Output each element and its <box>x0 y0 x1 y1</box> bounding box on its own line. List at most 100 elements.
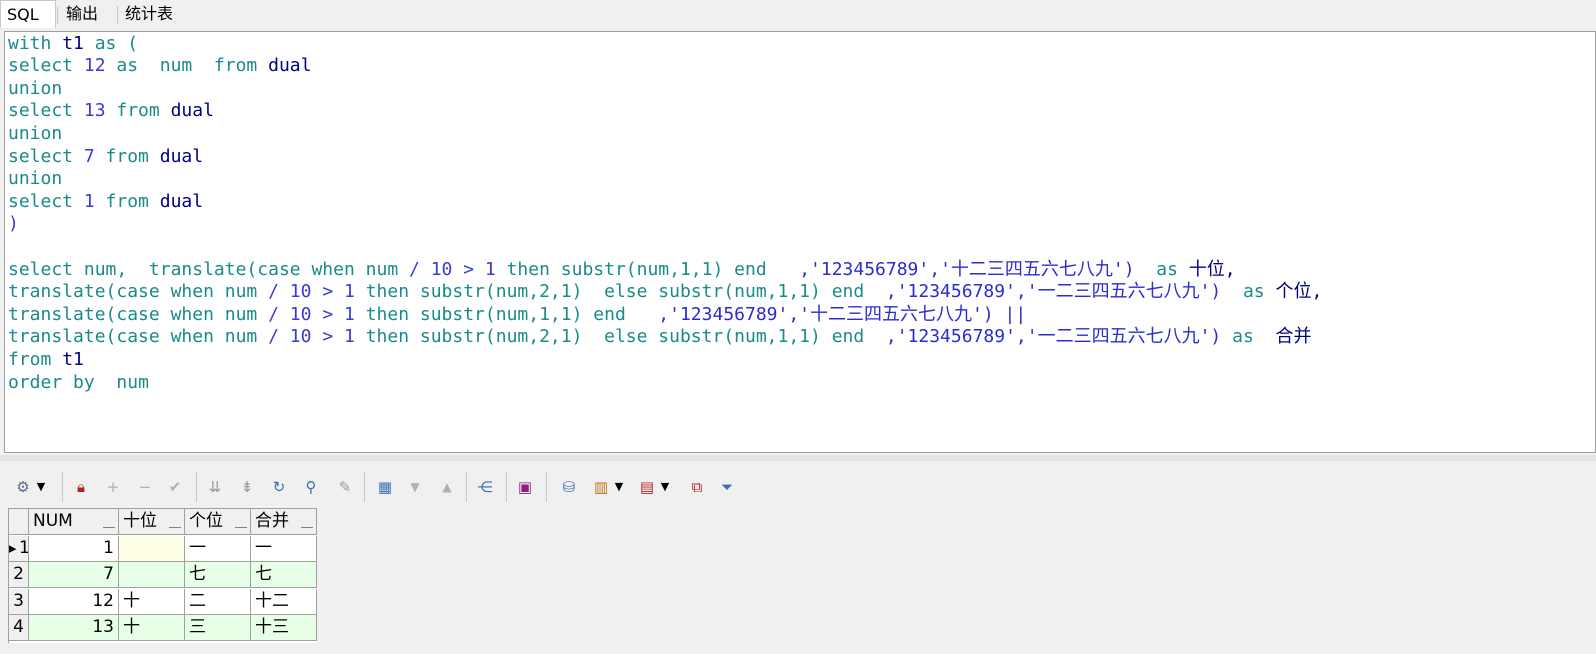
lock-icon[interactable]: 🔒︎ <box>70 476 92 498</box>
filter-icon[interactable]: ⏷ <box>716 476 738 498</box>
chevron-down-icon[interactable]: ▼ <box>658 476 672 498</box>
tab-statistics[interactable]: 统计表 <box>119 0 189 28</box>
table-cell[interactable] <box>119 535 185 562</box>
chart-icon[interactable]: ▥ <box>590 476 612 498</box>
column-header[interactable]: 个位 <box>185 509 251 535</box>
connect-icon[interactable]: ⛁ <box>558 476 580 498</box>
result-grid[interactable]: NUM十位个位合并1▶1一一27七七312十二十二413十三十三 <box>8 508 317 643</box>
table-cell[interactable]: 二 <box>185 588 251 615</box>
table-cell[interactable] <box>119 562 185 588</box>
code-token: 10 <box>430 258 464 280</box>
code-token: else <box>604 326 659 348</box>
save-icon[interactable]: ▣ <box>514 476 536 498</box>
tab-output[interactable]: 输出 <box>60 0 116 28</box>
code-token: select <box>8 190 84 212</box>
table-cell[interactable]: 7 <box>29 562 119 588</box>
code-token: 1 <box>344 303 366 325</box>
table-cell[interactable]: 一 <box>185 535 251 562</box>
code-token: case <box>116 303 171 325</box>
last-record-icon[interactable]: ⇟ <box>236 476 258 498</box>
row-header[interactable]: 3 <box>9 588 29 615</box>
tools-menu-icon[interactable]: ⚙ <box>12 476 34 498</box>
column-header[interactable]: 合并 <box>251 509 317 535</box>
table-cell[interactable]: 13 <box>29 615 119 641</box>
column-sort-indicator[interactable] <box>103 527 115 528</box>
table-cell[interactable]: 12 <box>29 588 119 615</box>
code-token: as ( <box>94 32 139 54</box>
code-token: then <box>365 326 420 348</box>
code-token: as <box>1242 281 1276 303</box>
single-record-view-icon[interactable]: ▦ <box>374 476 396 498</box>
delete-record-icon[interactable]: − <box>134 476 156 498</box>
code-line[interactable]: with t1 as ( <box>8 33 138 55</box>
chevron-down-icon[interactable]: ▼ <box>612 476 626 498</box>
table-cell[interactable]: 十 <box>119 615 185 641</box>
code-line[interactable]: translate(case when num / 10 > 1 then su… <box>8 304 1026 326</box>
code-line[interactable]: union <box>8 123 62 145</box>
post-changes-icon[interactable]: ✔ <box>164 476 186 498</box>
next-page-icon[interactable]: ▼ <box>404 476 426 498</box>
code-line[interactable]: ) <box>8 213 19 235</box>
previous-page-icon[interactable]: ▲ <box>436 476 458 498</box>
code-line[interactable]: select 7 from dual <box>8 146 203 168</box>
code-token: t1 <box>62 32 95 54</box>
tab-sql[interactable]: SQL <box>0 0 56 28</box>
sql-editor[interactable]: with t1 as (select 12 as num from dual un… <box>4 31 1596 453</box>
row-header[interactable]: 4 <box>9 615 29 641</box>
table-cell[interactable]: 十二 <box>251 588 317 615</box>
code-line[interactable]: order by num <box>8 372 149 394</box>
code-token: / <box>268 303 290 325</box>
code-token: translate( <box>8 326 117 348</box>
toolbar-divider <box>546 472 547 502</box>
code-line[interactable]: translate(case when num / 10 > 1 then su… <box>8 281 1322 303</box>
column-sort-indicator[interactable] <box>235 527 247 528</box>
code-token: from <box>8 348 63 370</box>
code-token: 1 <box>344 281 366 303</box>
code-token: dual <box>159 190 204 212</box>
find-icon[interactable]: ⚲ <box>300 476 322 498</box>
code-token: 12 <box>83 55 117 77</box>
query-by-example-icon[interactable]: ⋲ <box>474 476 496 498</box>
code-token: / <box>268 281 290 303</box>
code-token: / <box>268 326 290 348</box>
clear-icon[interactable]: ✎ <box>334 476 356 498</box>
code-token: > <box>322 303 344 325</box>
table-cell[interactable]: 三 <box>185 615 251 641</box>
code-line[interactable]: translate(case when num / 10 > 1 then su… <box>8 326 1311 348</box>
refresh-icon[interactable]: ↻ <box>268 476 290 498</box>
table-cell[interactable]: 十三 <box>251 615 317 641</box>
code-token: translate( <box>8 303 117 325</box>
code-token: end <box>734 258 800 280</box>
table-cell[interactable]: 七 <box>185 562 251 588</box>
code-line[interactable]: select 12 as num from dual <box>8 55 311 77</box>
column-sort-indicator[interactable] <box>301 527 313 528</box>
insert-record-icon[interactable]: + <box>102 476 124 498</box>
column-header[interactable]: NUM <box>29 509 119 535</box>
code-token: num <box>224 326 269 348</box>
table-cell[interactable]: 十 <box>119 588 185 615</box>
first-record-icon[interactable]: ⇊ <box>204 476 226 498</box>
table-cell[interactable]: 七 <box>251 562 317 588</box>
row-header[interactable]: 1▶ <box>9 535 29 562</box>
code-line[interactable]: from t1 <box>8 349 84 371</box>
table-cell[interactable]: 1 <box>29 535 119 562</box>
toolbar-divider <box>466 472 467 502</box>
pane-splitter[interactable] <box>0 455 1596 461</box>
code-line[interactable]: select num, translate(case when num / 10… <box>8 259 1236 281</box>
chevron-down-icon[interactable]: ▼ <box>34 476 48 498</box>
code-line[interactable]: union <box>8 78 62 100</box>
export-grid-icon[interactable]: ▤ <box>636 476 658 498</box>
row-header[interactable]: 2 <box>9 562 29 588</box>
code-token: from <box>116 100 171 122</box>
code-token: union <box>8 77 63 99</box>
table-cell[interactable]: 一 <box>251 535 317 562</box>
code-line[interactable]: union <box>8 168 62 190</box>
tab-divider <box>57 6 58 24</box>
copy-grid-icon[interactable]: ⧉ <box>686 476 708 498</box>
column-sort-indicator[interactable] <box>169 527 181 528</box>
grid-corner[interactable] <box>9 509 29 535</box>
code-line[interactable]: select 13 from dual <box>8 100 214 122</box>
column-header[interactable]: 十位 <box>119 509 185 535</box>
code-token: 1 <box>484 258 507 280</box>
code-line[interactable]: select 1 from dual <box>8 191 203 213</box>
